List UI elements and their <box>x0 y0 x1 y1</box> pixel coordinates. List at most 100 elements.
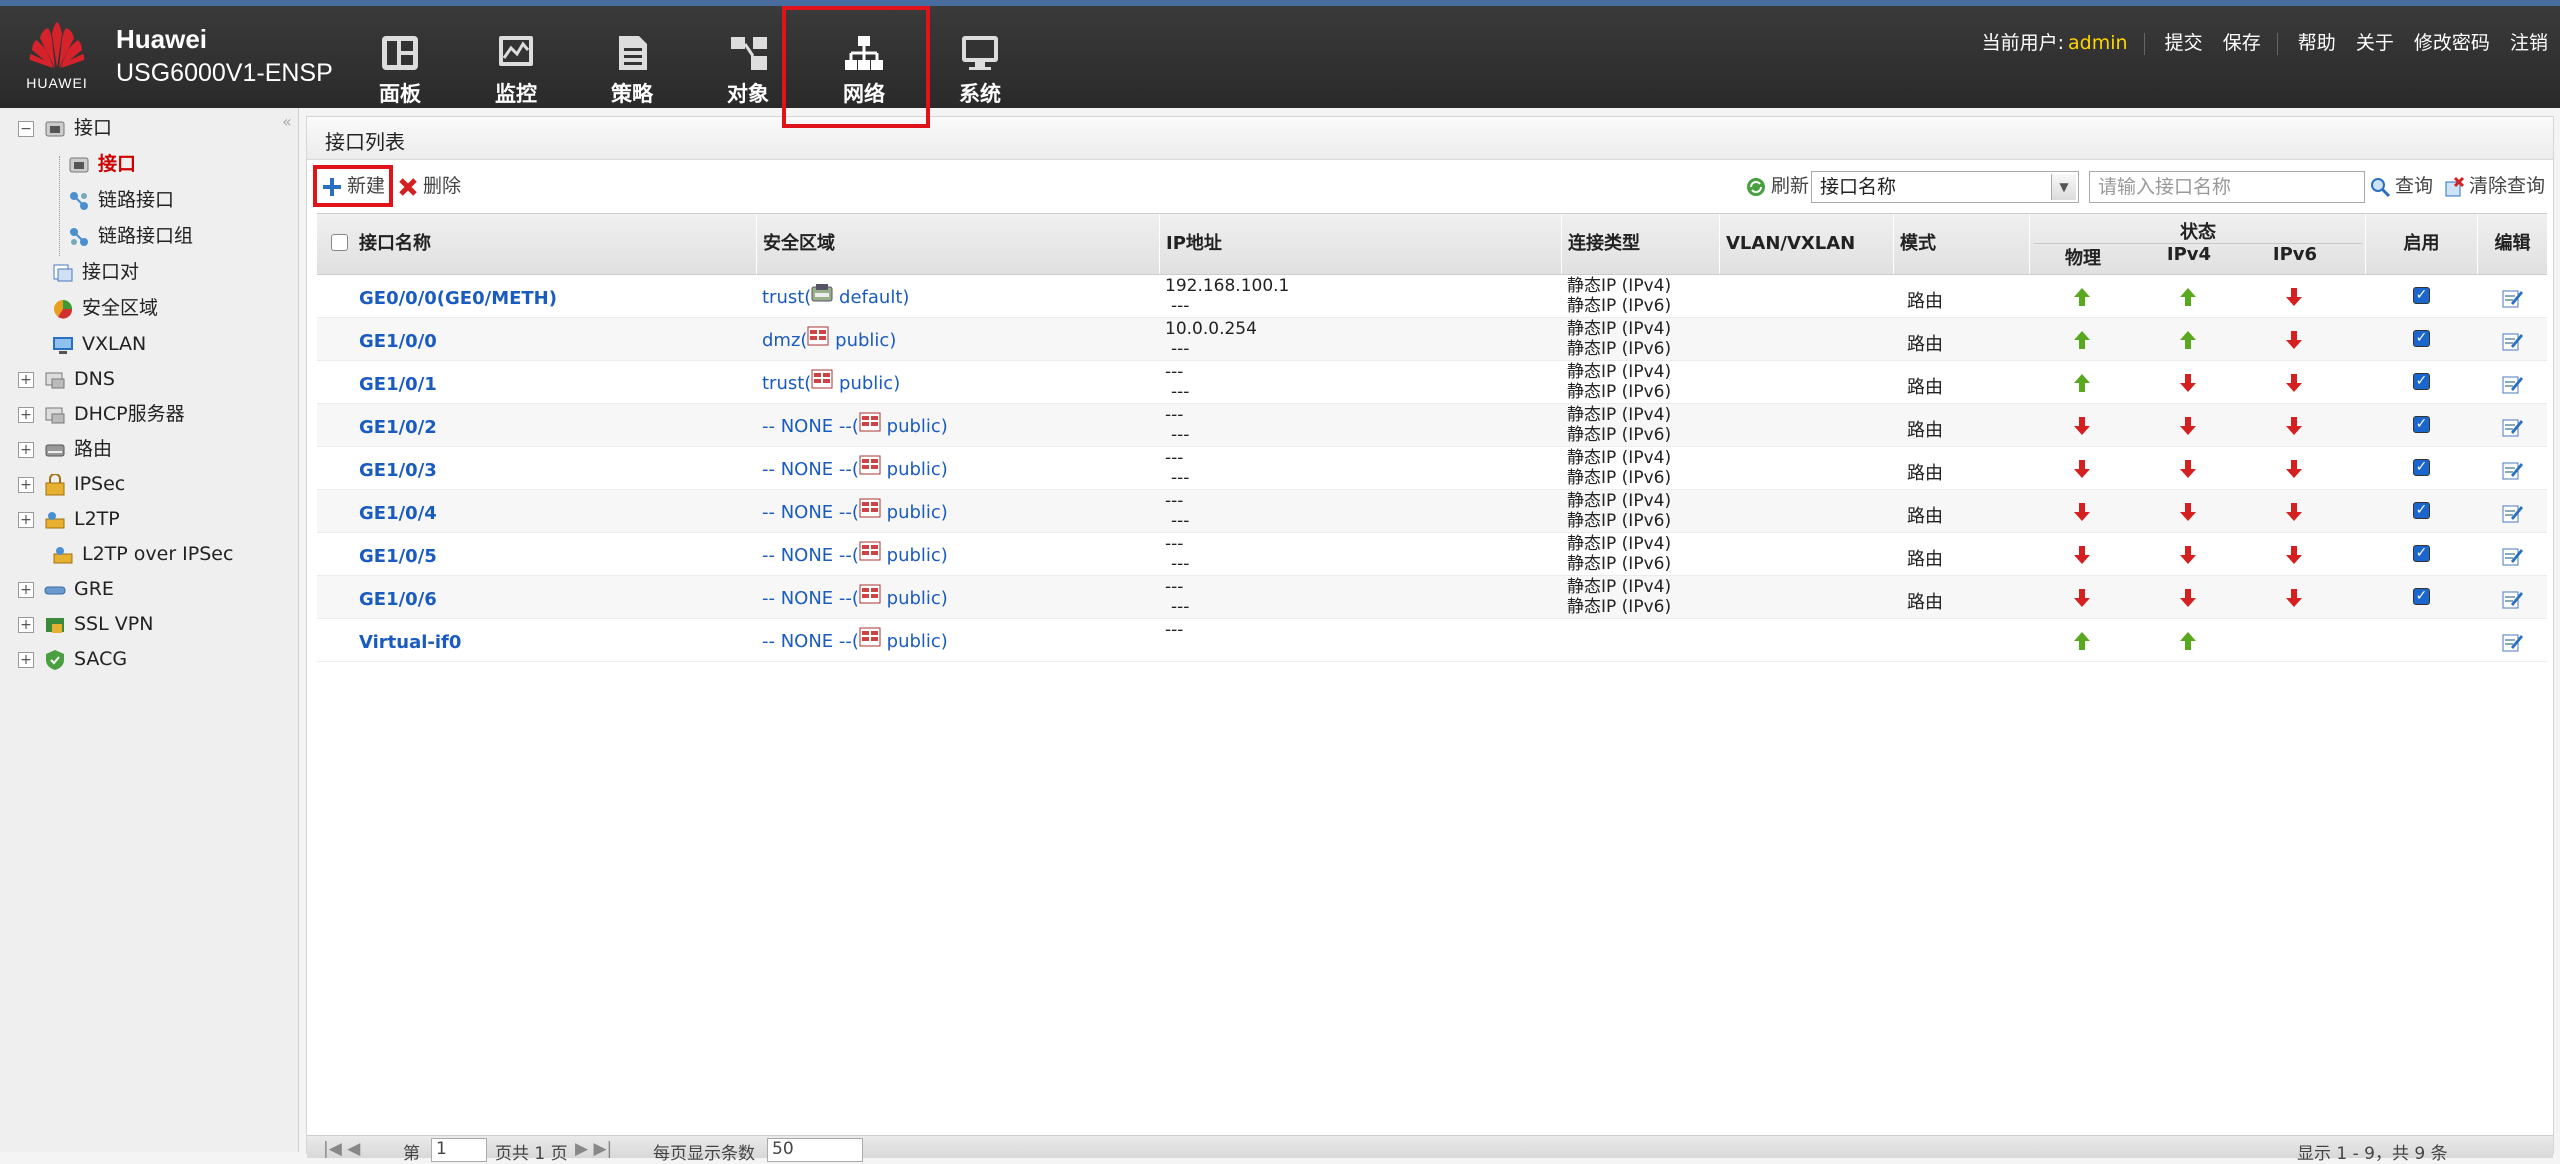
sidebar-item-ssl-vpn[interactable]: + SSL VPN <box>18 609 153 639</box>
sidebar-item-ipsec[interactable]: + IPSec <box>18 469 125 499</box>
system-icon <box>962 36 998 70</box>
sidebar-item-link-interface-group[interactable]: 链路接口组 <box>68 221 193 251</box>
sidebar-item-routing[interactable]: + 路由 <box>18 434 112 464</box>
security-zone-link[interactable]: -- NONE --( public) <box>762 627 948 674</box>
edit-icon[interactable] <box>2501 588 2523 610</box>
col-name[interactable]: 接口名称 <box>353 214 756 274</box>
nav-system[interactable]: 系统 <box>935 34 1025 108</box>
zone-public-icon <box>859 455 881 475</box>
status-up-icon <box>2074 632 2090 650</box>
table-row[interactable]: GE1/0/2 -- NONE --( public) --- --- 静态IP (IP… <box>317 404 2547 447</box>
query-button[interactable]: 查询 <box>2369 171 2433 198</box>
save-link[interactable]: 保存 <box>2223 32 2261 54</box>
edit-icon[interactable] <box>2501 502 2523 524</box>
edit-icon[interactable] <box>2501 287 2523 309</box>
nav-object[interactable]: 对象 <box>703 34 793 108</box>
nav-label: 监控 <box>495 82 537 106</box>
nav-policy[interactable]: 策略 <box>587 34 677 108</box>
enable-checkbox[interactable]: ✓ <box>2413 373 2430 390</box>
sidebar-item-dns[interactable]: + DNS <box>18 364 115 394</box>
enable-checkbox[interactable]: ✓ <box>2413 588 2430 605</box>
expand-icon[interactable]: + <box>18 406 34 423</box>
table-row[interactable]: Virtual-if0 -- NONE --( public) --- <box>317 619 2547 662</box>
expand-icon[interactable]: + <box>18 441 34 458</box>
table-row[interactable]: GE1/0/6 -- NONE --( public) --- --- 静态IP (IP… <box>317 576 2547 619</box>
col-vlan[interactable]: VLAN/VXLAN <box>1719 214 1893 274</box>
enable-checkbox[interactable]: ✓ <box>2413 459 2430 476</box>
connection-type: 静态IP (IPv4) 静态IP (IPv6) <box>1567 362 1671 405</box>
table-row[interactable]: GE1/0/0 dmz( public) 10.0.0.254 --- 静态IP (IP… <box>317 318 2547 361</box>
edit-icon[interactable] <box>2501 545 2523 567</box>
enable-checkbox[interactable]: ✓ <box>2413 330 2430 347</box>
collapse-icon[interactable]: − <box>18 120 34 137</box>
per-page-select[interactable]: 50 <box>767 1138 863 1162</box>
ipv4-address: --- <box>1165 620 1184 640</box>
logout-link[interactable]: 注销 <box>2510 32 2548 54</box>
sidebar-item-dhcp-server[interactable]: + DHCP服务器 <box>18 399 185 429</box>
refresh-button[interactable]: 刷新 <box>1745 171 1809 198</box>
sidebar-item-vxlan[interactable]: VXLAN <box>52 329 146 359</box>
interface-name-link[interactable]: Virtual-if0 <box>359 632 461 675</box>
edit-icon[interactable] <box>2501 330 2523 352</box>
col-mode[interactable]: 模式 <box>1893 214 2029 274</box>
l2tp-icon <box>45 511 65 528</box>
filter-field-select[interactable]: 接口名称 ▼ <box>1811 171 2079 203</box>
zone-public-icon <box>859 541 881 561</box>
table-row[interactable]: GE1/0/1 trust( public) --- --- 静态IP (IPv4) 静态… <box>317 361 2547 404</box>
enable-checkbox[interactable]: ✓ <box>2413 545 2430 562</box>
clear-label: 清除查询 <box>2469 175 2546 197</box>
enable-checkbox[interactable]: ✓ <box>2413 502 2430 519</box>
help-link[interactable]: 帮助 <box>2298 32 2336 54</box>
zone-name: -- NONE --( <box>762 459 859 480</box>
next-page-icon[interactable]: ▶ ▶| <box>575 1139 612 1159</box>
edit-icon[interactable] <box>2501 416 2523 438</box>
table-row[interactable]: GE1/0/3 -- NONE --( public) --- --- 静态IP (IP… <box>317 447 2547 490</box>
sidebar-item-l2tp[interactable]: + L2TP <box>18 504 120 534</box>
col-ip[interactable]: IP地址 <box>1159 214 1561 274</box>
table-row[interactable]: GE0/0/0(GE0/METH) trust( default) 192.168.… <box>317 275 2547 318</box>
enable-checkbox[interactable]: ✓ <box>2413 287 2430 304</box>
ip-address: --- --- <box>1165 534 1189 577</box>
col-conn-type[interactable]: 连接类型 <box>1561 214 1719 274</box>
expand-icon[interactable]: + <box>18 581 34 598</box>
sidebar-item-security-zone[interactable]: 安全区域 <box>52 293 158 323</box>
sidebar-item-interface-pair[interactable]: 接口对 <box>52 257 139 287</box>
nav-monitor[interactable]: 监控 <box>471 34 561 108</box>
state-header: 状态 <box>2180 222 2216 243</box>
sidebar-item-l2tp-over-ipsec[interactable]: L2TP over IPSec <box>52 539 233 569</box>
sidebar-item-interface[interactable]: 接口 <box>68 149 136 179</box>
sidebar-item-interface-group[interactable]: − 接口 <box>18 113 112 143</box>
col-zone[interactable]: 安全区域 <box>756 214 1159 274</box>
nav-dashboard[interactable]: 面板 <box>355 34 445 108</box>
sidebar-item-gre[interactable]: + GRE <box>18 574 114 604</box>
edit-icon[interactable] <box>2501 373 2523 395</box>
edit-icon[interactable] <box>2501 459 2523 481</box>
link-group-icon <box>70 227 88 246</box>
expand-icon[interactable]: + <box>18 616 34 633</box>
zone-public-icon <box>859 412 881 432</box>
sidebar-item-link-interface[interactable]: 链路接口 <box>68 185 174 215</box>
collapse-sidebar-icon[interactable]: « <box>282 112 292 131</box>
expand-icon[interactable]: + <box>18 476 34 493</box>
expand-icon[interactable]: + <box>18 651 34 668</box>
clear-query-button[interactable]: 清除查询 <box>2443 171 2545 198</box>
expand-icon[interactable]: + <box>18 371 34 388</box>
expand-icon[interactable]: + <box>18 511 34 528</box>
dashboard-icon <box>382 36 418 70</box>
table-row[interactable]: GE1/0/5 -- NONE --( public) --- --- 静态IP (IP… <box>317 533 2547 576</box>
edit-icon[interactable] <box>2501 631 2523 653</box>
select-all-checkbox[interactable] <box>331 234 348 251</box>
table-row[interactable]: GE1/0/4 -- NONE --( public) --- --- 静态IP (IP… <box>317 490 2547 533</box>
page-input[interactable]: 1 <box>431 1138 487 1162</box>
new-button[interactable]: 新建 <box>321 171 385 198</box>
sidebar-item-sacg[interactable]: + SACG <box>18 644 127 674</box>
change-password-link[interactable]: 修改密码 <box>2414 32 2490 54</box>
about-link[interactable]: 关于 <box>2356 32 2394 54</box>
enable-checkbox[interactable]: ✓ <box>2413 416 2430 433</box>
search-input[interactable]: 请输入接口名称 <box>2089 171 2365 203</box>
delete-button[interactable]: 删除 <box>397 171 461 198</box>
status-up-icon <box>2180 288 2196 306</box>
nav-label: 对象 <box>727 82 769 106</box>
commit-link[interactable]: 提交 <box>2165 32 2203 54</box>
first-page-icon[interactable]: |◀ ◀ <box>323 1139 360 1159</box>
